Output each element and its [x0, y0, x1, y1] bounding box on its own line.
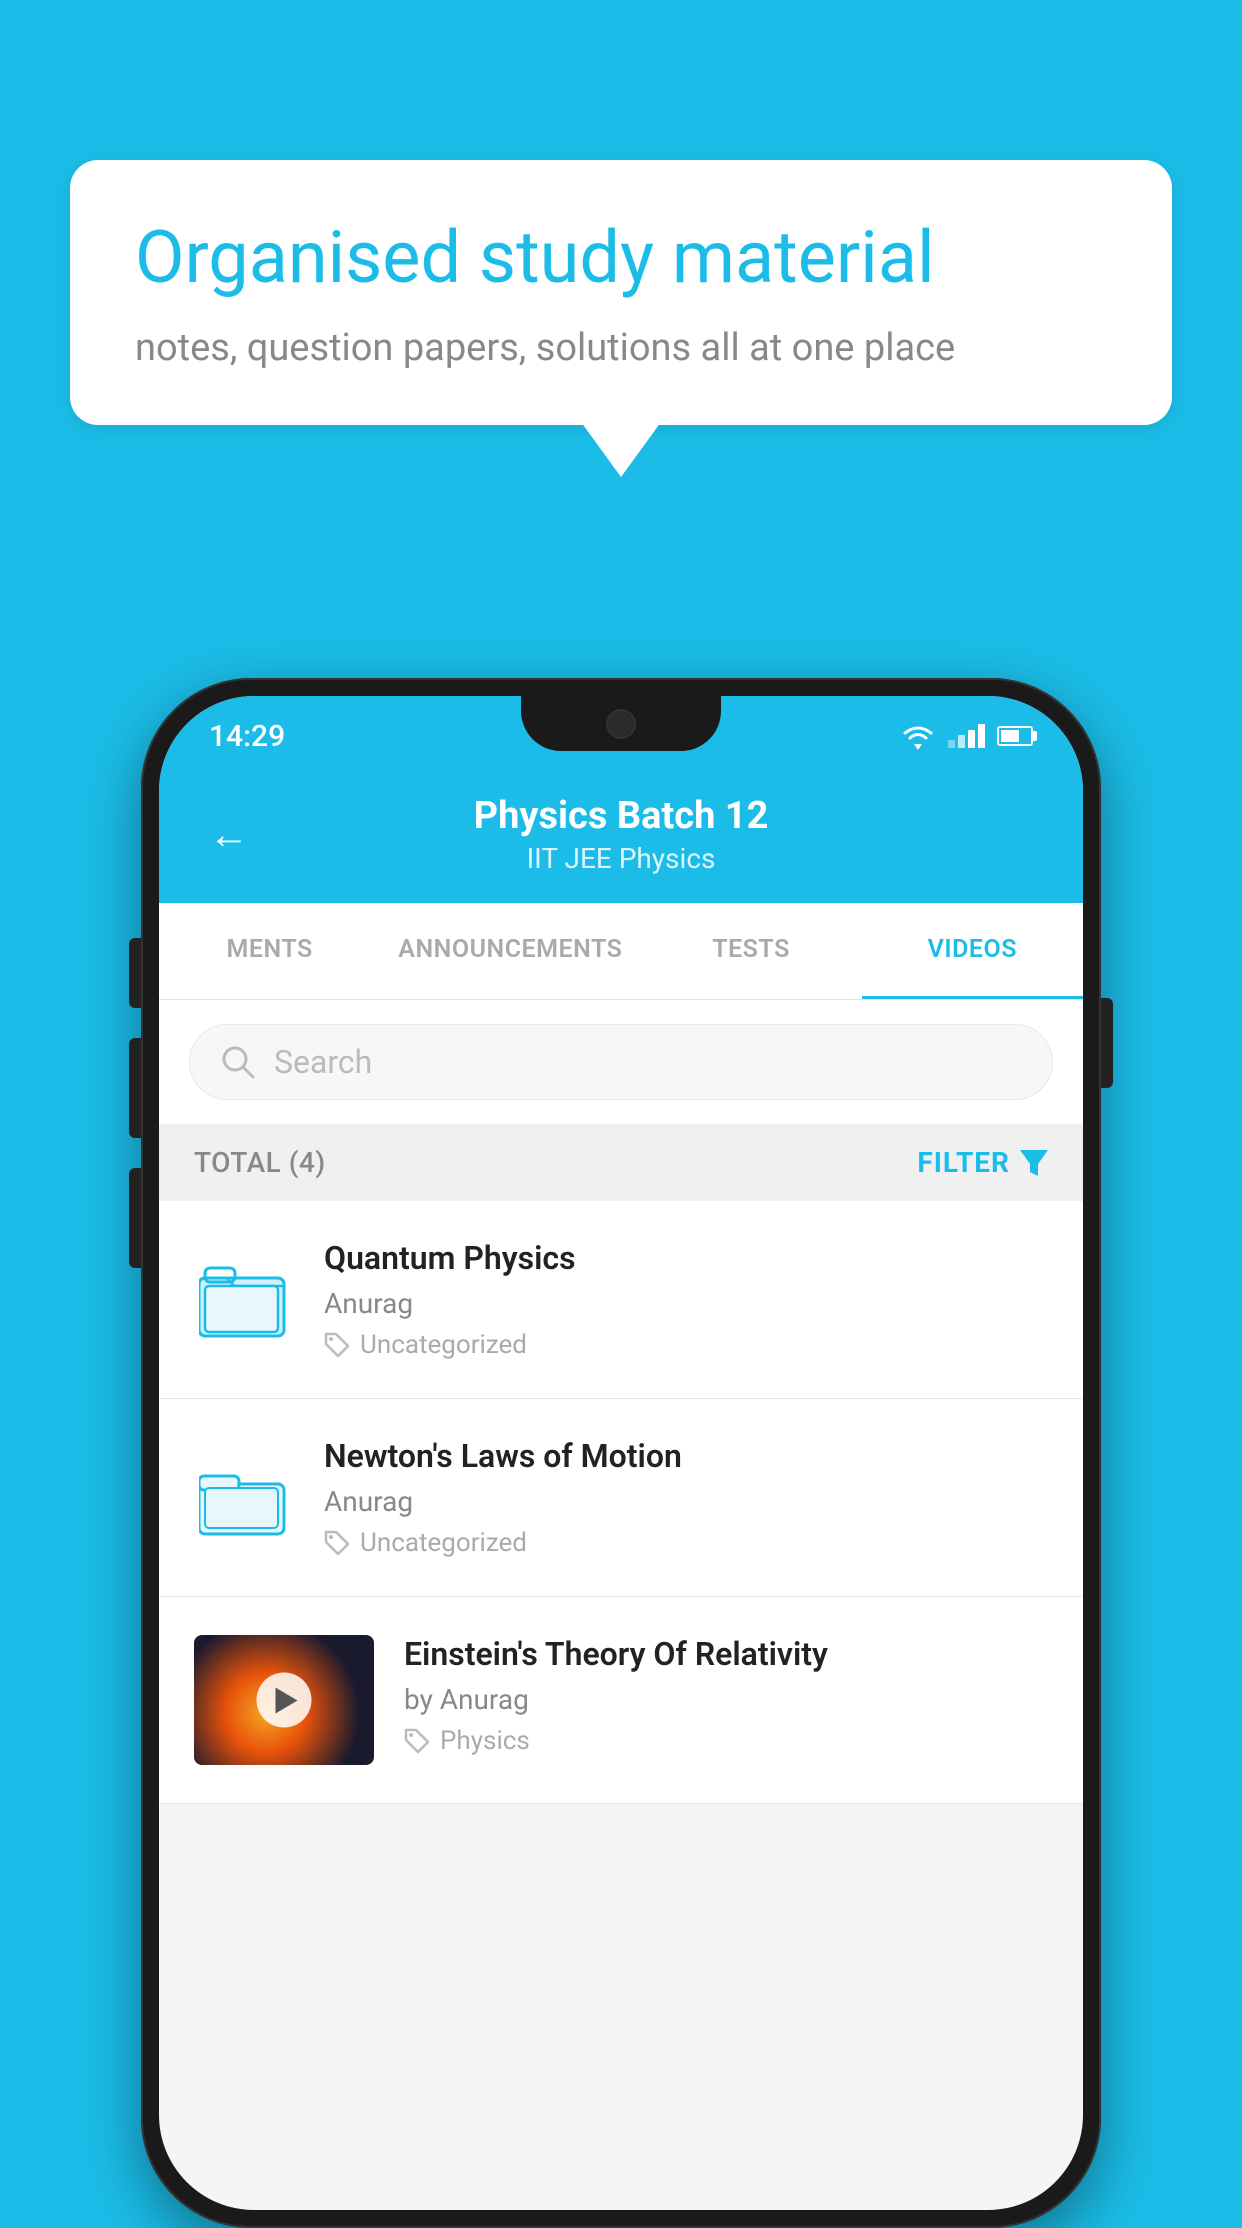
video-info: Quantum Physics Anurag Uncategorized [324, 1239, 1048, 1360]
play-button[interactable] [257, 1673, 312, 1728]
battery-icon [997, 726, 1033, 746]
tag-icon [404, 1728, 430, 1754]
tag-label: Physics [440, 1726, 530, 1756]
video-author: Anurag [324, 1287, 1048, 1320]
phone-outer: 14:29 [141, 678, 1101, 2228]
filter-label: FILTER [917, 1146, 1010, 1179]
tab-ments[interactable]: MENTS [159, 903, 380, 999]
video-tag: Uncategorized [324, 1330, 1048, 1360]
tab-tests[interactable]: TESTS [640, 903, 861, 999]
folder-icon [199, 1260, 289, 1340]
phone-button-volume-mute [129, 938, 141, 1008]
tag-icon [324, 1530, 350, 1556]
wifi-icon [900, 722, 936, 750]
header-title-group: Physics Batch 12 IIT JEE Physics [279, 794, 963, 875]
phone-button-volume-up [129, 1038, 141, 1138]
search-input[interactable]: Search [274, 1043, 372, 1081]
search-container: Search [159, 1000, 1083, 1124]
app-header: ← Physics Batch 12 IIT JEE Physics [159, 766, 1083, 903]
phone-screen: 14:29 [159, 696, 1083, 2210]
video-info: Newton's Laws of Motion Anurag Uncategor… [324, 1437, 1048, 1558]
folder-icon-container [194, 1250, 294, 1350]
video-title: Quantum Physics [324, 1239, 1048, 1277]
tab-announcements[interactable]: ANNOUNCEMENTS [380, 903, 640, 999]
header-title: Physics Batch 12 [279, 794, 963, 838]
phone-frame: 14:29 [141, 678, 1101, 2228]
filter-button[interactable]: FILTER [917, 1146, 1048, 1179]
video-list: Quantum Physics Anurag Uncategorized [159, 1201, 1083, 1804]
video-title: Einstein's Theory Of Relativity [404, 1635, 1048, 1673]
phone-button-power [1101, 998, 1113, 1088]
phone-camera [606, 709, 636, 739]
status-icons [900, 722, 1033, 750]
speech-bubble-section: Organised study material notes, question… [70, 160, 1172, 425]
video-info: Einstein's Theory Of Relativity by Anura… [404, 1635, 1048, 1756]
phone-notch [521, 696, 721, 751]
list-item[interactable]: Einstein's Theory Of Relativity by Anura… [159, 1597, 1083, 1804]
list-item[interactable]: Newton's Laws of Motion Anurag Uncategor… [159, 1399, 1083, 1597]
tabs-bar: MENTS ANNOUNCEMENTS TESTS VIDEOS [159, 903, 1083, 1000]
speech-bubble-title: Organised study material [135, 215, 1107, 301]
video-tag: Uncategorized [324, 1528, 1048, 1558]
folder-icon [199, 1458, 289, 1538]
filter-bar: TOTAL (4) FILTER [159, 1124, 1083, 1201]
status-time: 14:29 [209, 719, 285, 754]
search-bar[interactable]: Search [189, 1024, 1053, 1100]
speech-bubble-subtitle: notes, question papers, solutions all at… [135, 326, 1107, 370]
filter-icon [1020, 1150, 1048, 1176]
back-button[interactable]: ← [209, 811, 249, 858]
tag-label: Uncategorized [360, 1528, 527, 1558]
play-triangle-icon [276, 1687, 298, 1713]
video-title: Newton's Laws of Motion [324, 1437, 1048, 1475]
video-tag: Physics [404, 1726, 1048, 1756]
tag-icon [324, 1332, 350, 1358]
video-author: by Anurag [404, 1683, 1048, 1716]
speech-bubble-card: Organised study material notes, question… [70, 160, 1172, 425]
video-thumbnail [194, 1635, 374, 1765]
video-author: Anurag [324, 1485, 1048, 1518]
list-item[interactable]: Quantum Physics Anurag Uncategorized [159, 1201, 1083, 1399]
folder-icon-container [194, 1448, 294, 1548]
tab-videos[interactable]: VIDEOS [862, 903, 1083, 999]
signal-bars-icon [948, 724, 985, 748]
phone-button-volume-down [129, 1168, 141, 1268]
total-count: TOTAL (4) [194, 1146, 326, 1179]
search-icon [220, 1044, 256, 1080]
header-subtitle: IIT JEE Physics [279, 842, 963, 875]
tag-label: Uncategorized [360, 1330, 527, 1360]
